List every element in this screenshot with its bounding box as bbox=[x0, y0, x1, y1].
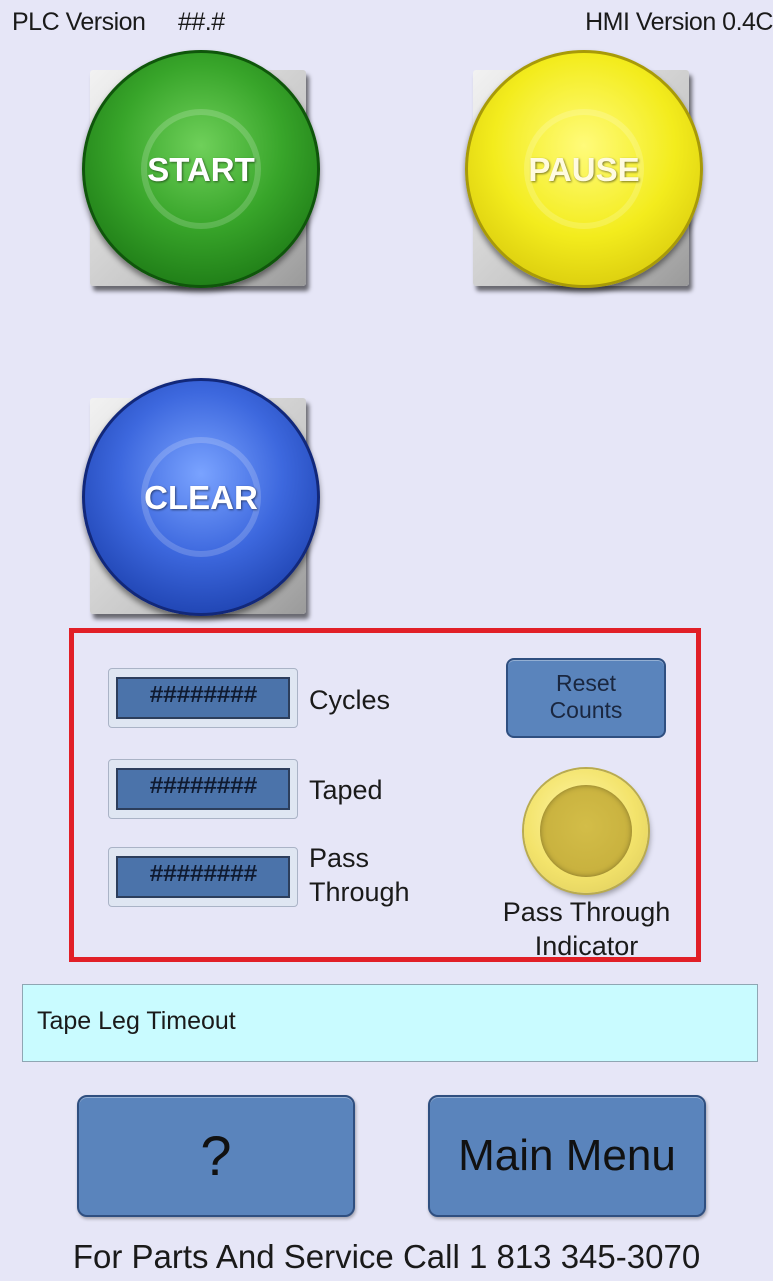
indicator-lens bbox=[540, 785, 632, 877]
status-message-bar: Tape Leg Timeout bbox=[22, 984, 758, 1062]
pass-through-count-value: ######## bbox=[116, 856, 290, 898]
taped-count-value: ######## bbox=[116, 768, 290, 810]
plc-version-label: PLC Version bbox=[12, 8, 146, 36]
cycles-count-box: ######## bbox=[108, 668, 298, 728]
pass-through-label-line2: Through bbox=[309, 877, 410, 907]
indicator-label-line2: Indicator bbox=[534, 931, 639, 961]
pass-through-label-line1: Pass bbox=[309, 843, 370, 873]
pause-button-wrapper: PAUSE bbox=[465, 50, 703, 288]
clear-button-label: CLEAR bbox=[144, 479, 258, 516]
cycles-count-value: ######## bbox=[116, 677, 290, 719]
pass-through-indicator-light bbox=[524, 769, 648, 893]
taped-label: Taped bbox=[309, 775, 383, 805]
clear-button[interactable]: CLEAR bbox=[82, 378, 320, 616]
pause-button[interactable]: PAUSE bbox=[465, 50, 703, 288]
pass-through-label: Pass Through bbox=[309, 841, 449, 909]
clear-button-wrapper: CLEAR bbox=[82, 378, 320, 616]
pause-button-label: PAUSE bbox=[528, 151, 640, 188]
status-message: Tape Leg Timeout bbox=[37, 1007, 236, 1035]
reset-counts-button[interactable]: Reset Counts bbox=[506, 658, 666, 738]
indicator-label-line1: Pass Through bbox=[502, 897, 671, 927]
taped-count-box: ######## bbox=[108, 759, 298, 819]
start-button-label: START bbox=[147, 151, 255, 188]
reset-counts-label-line2: Counts bbox=[549, 697, 623, 723]
main-menu-button[interactable]: Main Menu bbox=[428, 1095, 706, 1217]
plc-version-value: ##.# bbox=[178, 8, 225, 36]
start-button[interactable]: START bbox=[82, 50, 320, 288]
service-contact-footer: For Parts And Service Call 1 813 345-307… bbox=[72, 1238, 701, 1275]
hmi-version: HMI Version 0.4C bbox=[585, 8, 773, 36]
hmi-screen: PLC Version ##.# HMI Version 0.4C START … bbox=[0, 0, 773, 1281]
pass-through-indicator-label: Pass Through Indicator bbox=[474, 895, 699, 963]
help-button[interactable]: ? bbox=[77, 1095, 355, 1217]
cycles-label: Cycles bbox=[309, 685, 391, 715]
pass-through-count-box: ######## bbox=[108, 847, 298, 907]
reset-counts-label-line1: Reset bbox=[555, 670, 617, 696]
start-button-wrapper: START bbox=[82, 50, 320, 288]
counts-panel: ######## Cycles ######## Taped ######## … bbox=[69, 628, 701, 962]
